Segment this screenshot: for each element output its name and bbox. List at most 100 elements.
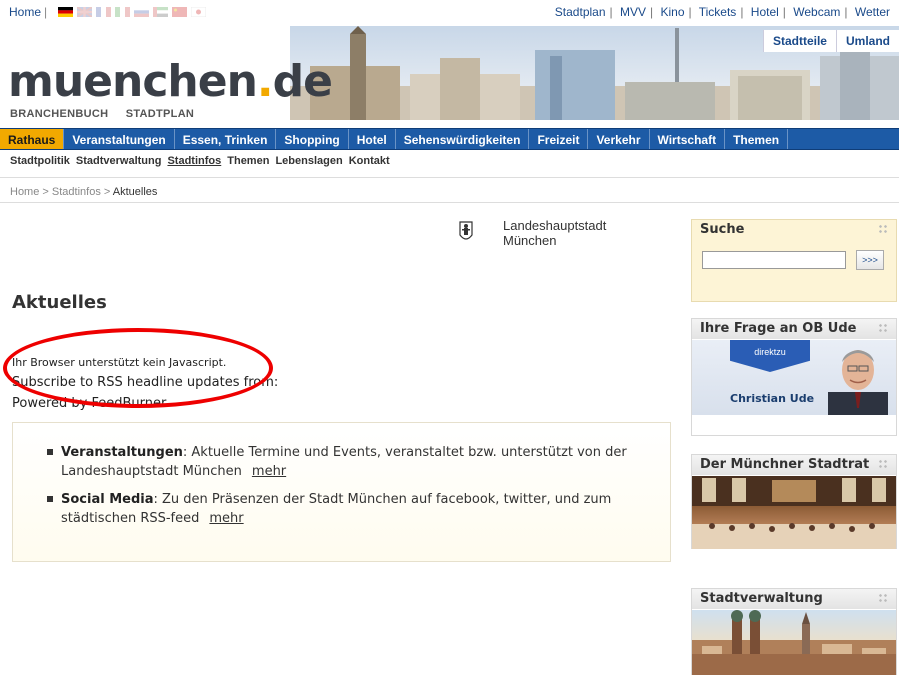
nav-wirtschaft[interactable]: Wirtschaft (650, 129, 726, 149)
list-item: Veranstaltungen: Aktuelle Termine und Ev… (47, 443, 650, 481)
search-input[interactable] (702, 251, 846, 269)
stadtverwaltung-photo[interactable] (692, 610, 896, 675)
nav-sehenswuerdigkeiten[interactable]: Sehenswürdigkeiten (396, 129, 530, 149)
widget-header: Suche (692, 220, 896, 240)
top-separator: | (609, 5, 613, 19)
search-widget: Suche >>> (691, 219, 897, 302)
divider (0, 202, 899, 203)
flag-fr-icon[interactable] (96, 7, 111, 17)
top-separator: | (44, 5, 48, 19)
top-home-label[interactable]: Home (9, 5, 41, 19)
subnav-stadtverwaltung[interactable]: Stadtverwaltung (76, 155, 162, 167)
ob-title: Ihre Frage an OB Ude (700, 321, 857, 336)
emblem-line-2: München (503, 233, 557, 248)
item-title-veranstaltungen: Veranstaltungen (61, 445, 183, 460)
mehr-link-social-media[interactable]: mehr (209, 511, 243, 526)
sub-navigation: Stadtpolitik Stadtverwaltung Stadtinfos … (10, 155, 390, 167)
header-tabs: Stadtteile Umland (762, 30, 899, 52)
top-link-tickets[interactable]: Tickets (699, 5, 737, 19)
logo-text[interactable]: muenchen (8, 56, 258, 107)
subnav-themen[interactable]: Themen (227, 155, 269, 167)
top-link-webcam[interactable]: Webcam (793, 5, 840, 19)
ob-question-widget: Ihre Frage an OB Ude direktzu Christian … (691, 318, 897, 436)
ob-portrait (828, 350, 888, 415)
logo-dot[interactable]: . (257, 56, 274, 107)
flag-jp-icon[interactable] (191, 7, 206, 17)
flag-it-icon[interactable] (115, 7, 130, 17)
flag-uk-icon[interactable] (77, 7, 92, 17)
drag-handle-icon[interactable] (878, 323, 888, 333)
subnav-stadtinfos[interactable]: Stadtinfos (167, 155, 221, 167)
tab-umland[interactable]: Umland (835, 30, 899, 52)
divider (0, 177, 899, 178)
breadcrumb-current: Aktuelles (112, 186, 158, 198)
breadcrumb-home[interactable]: Home (10, 186, 39, 198)
top-link-hotel[interactable]: Hotel (751, 5, 779, 19)
site-logo[interactable]: muenchen.de (8, 56, 333, 107)
subnav-lebenslagen[interactable]: Lebenslagen (275, 155, 342, 167)
stadtverwaltung-widget: Stadtverwaltung (691, 588, 897, 675)
top-link-mvv[interactable]: MVV (620, 5, 646, 19)
flag-ru-icon[interactable] (134, 7, 149, 17)
top-link-stadtplan[interactable]: Stadtplan (555, 5, 606, 19)
breadcrumb-stadtinfos[interactable]: Stadtinfos (52, 186, 101, 198)
list-item: Social Media: Zu den Präsenzen der Stadt… (47, 490, 650, 528)
top-separator: | (844, 5, 848, 19)
city-emblem-text: Landeshauptstadt München (503, 218, 606, 248)
nav-themen[interactable]: Themen (725, 129, 789, 149)
header-subnav: BRANCHENBUCH STADTPLAN (10, 108, 208, 120)
city-rooftops-illustration (692, 610, 896, 675)
info-list: Veranstaltungen: Aktuelle Termine und Ev… (47, 443, 650, 528)
top-links: Stadtplan | MVV | Kino | Tickets | Hotel | We… (555, 5, 890, 19)
stadtrat-widget: Der Münchner Stadtrat (691, 454, 897, 549)
main-navigation: Rathaus Veranstaltungen Essen, Trinken S… (0, 128, 899, 150)
nav-verkehr[interactable]: Verkehr (588, 129, 650, 149)
subnav-stadtpolitik[interactable]: Stadtpolitik (10, 155, 70, 167)
widget-header: Der Münchner Stadtrat (692, 455, 896, 475)
language-flags (58, 7, 206, 17)
drag-handle-icon[interactable] (878, 459, 888, 469)
breadcrumb: Home > Stadtinfos > Aktuelles (10, 186, 157, 198)
info-box: Veranstaltungen: Aktuelle Termine und Ev… (12, 422, 671, 562)
nav-freizeit[interactable]: Freizeit (529, 129, 589, 149)
nav-veranstaltungen[interactable]: Veranstaltungen (64, 129, 175, 149)
top-link-wetter[interactable]: Wetter (855, 5, 890, 19)
widget-header: Ihre Frage an OB Ude (692, 319, 896, 339)
top-separator: | (688, 5, 692, 19)
flag-ae-icon[interactable] (153, 7, 168, 17)
site-header: muenchen.de BRANCHENBUCH STADTPLAN Stadt… (0, 26, 899, 120)
highlight-circle (3, 328, 273, 408)
emblem-line-1: Landeshauptstadt (503, 218, 607, 233)
logo-tld[interactable]: de (273, 56, 333, 107)
nav-rathaus[interactable]: Rathaus (0, 129, 65, 149)
nav-hotel[interactable]: Hotel (349, 129, 396, 149)
search-button[interactable]: >>> (856, 250, 884, 270)
nav-essen-trinken[interactable]: Essen, Trinken (175, 129, 277, 149)
stadtrat-title: Der Münchner Stadtrat (700, 457, 870, 472)
ob-banner[interactable]: direktzu Christian Ude (692, 340, 896, 415)
stadtrat-photo[interactable] (692, 476, 896, 549)
header-link-branchenbuch[interactable]: BRANCHENBUCH (10, 108, 108, 120)
subnav-kontakt[interactable]: Kontakt (349, 155, 390, 167)
item-title-social-media: Social Media (61, 492, 154, 507)
council-chamber-illustration (692, 476, 896, 549)
flag-cn-icon[interactable] (172, 7, 187, 17)
mehr-link-veranstaltungen[interactable]: mehr (252, 464, 286, 479)
city-emblem-icon (459, 221, 473, 240)
flag-de-icon[interactable] (58, 7, 73, 17)
widget-header: Stadtverwaltung (692, 589, 896, 609)
tab-stadtteile[interactable]: Stadtteile (762, 30, 836, 52)
nav-shopping[interactable]: Shopping (276, 129, 349, 149)
page-title: Aktuelles (12, 292, 107, 313)
top-home-link[interactable]: Home | (9, 5, 47, 19)
header-link-stadtplan[interactable]: STADTPLAN (126, 108, 195, 120)
breadcrumb-separator: > (103, 186, 111, 198)
top-link-kino[interactable]: Kino (660, 5, 684, 19)
drag-handle-icon[interactable] (878, 224, 888, 234)
top-separator: | (782, 5, 786, 19)
direktzu-badge[interactable]: direktzu (730, 340, 810, 372)
top-bar: Home | Stadtplan | MVV | Kino | Tickets | Hot… (0, 0, 899, 22)
top-separator: | (740, 5, 744, 19)
breadcrumb-separator: > (42, 186, 49, 198)
drag-handle-icon[interactable] (878, 593, 888, 603)
